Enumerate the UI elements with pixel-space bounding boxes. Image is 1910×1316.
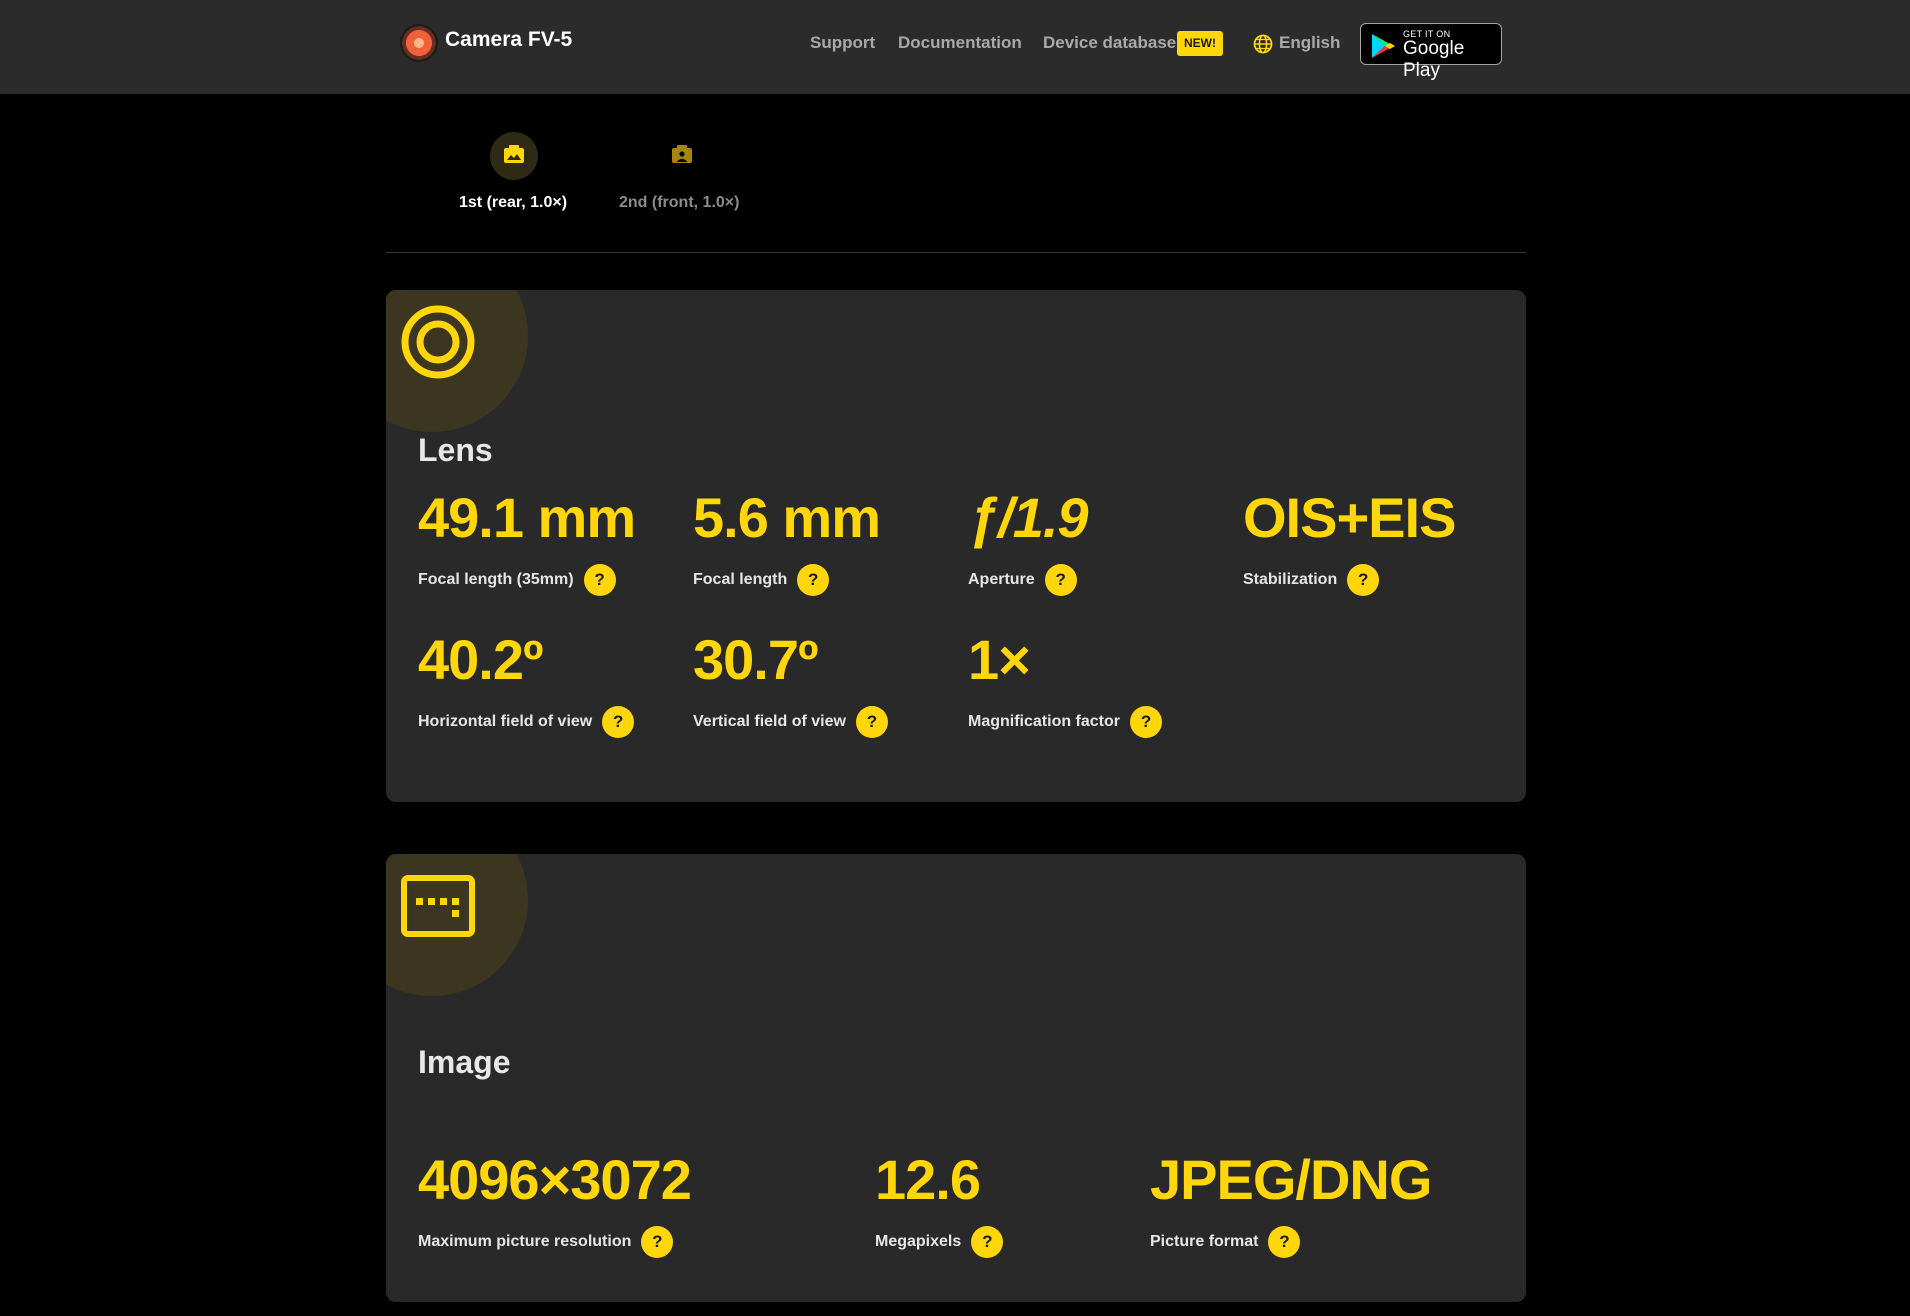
image-card: Image 4096×3072 Maximum picture resoluti… bbox=[386, 854, 1526, 1302]
stat-label-text: Aperture bbox=[968, 571, 1035, 588]
camera-fv5-logo-icon[interactable] bbox=[400, 24, 438, 62]
help-button[interactable]: ? bbox=[855, 706, 888, 738]
new-badge: NEW! bbox=[1177, 31, 1223, 56]
stat-magnification: 1× Magnification factor ? bbox=[968, 627, 1163, 738]
stat-label: Maximum picture resolution ? bbox=[418, 1226, 674, 1258]
nav-device-database-link[interactable]: Device database bbox=[1043, 33, 1176, 53]
stat-value: 49.1 mm bbox=[418, 486, 636, 549]
tab-rear-camera[interactable] bbox=[490, 132, 538, 180]
help-button[interactable]: ? bbox=[1130, 706, 1163, 738]
stat-value: 1× bbox=[968, 628, 1031, 691]
google-play-text: Google Play bbox=[1403, 38, 1465, 81]
tab-front-camera[interactable] bbox=[658, 132, 706, 180]
help-button[interactable]: ? bbox=[797, 564, 830, 596]
lens-icon bbox=[401, 305, 475, 379]
stat-value: 5.6 mm bbox=[693, 486, 881, 549]
stat-value: 12.6 bbox=[875, 1148, 981, 1211]
stat-label: Vertical field of view ? bbox=[693, 706, 888, 738]
stat-label: Magnification factor ? bbox=[968, 706, 1163, 738]
rear-camera-icon bbox=[504, 145, 524, 163]
image-sensor-icon bbox=[401, 875, 475, 937]
stat-label-text: Megapixels bbox=[875, 1233, 962, 1250]
stat-label: Megapixels ? bbox=[875, 1226, 1004, 1258]
image-title: Image bbox=[418, 1044, 511, 1080]
tab-rear-label[interactable]: 1st (rear, 1.0×) bbox=[459, 194, 567, 212]
stat-label-text: Vertical field of view bbox=[693, 713, 846, 730]
stat-value: OIS+EIS bbox=[1243, 486, 1456, 549]
stat-max-resolution: 4096×3072 Maximum picture resolution ? bbox=[418, 1147, 692, 1258]
stat-stabilization: OIS+EIS Stabilization ? bbox=[1243, 485, 1456, 596]
help-button[interactable]: ? bbox=[1268, 1226, 1301, 1258]
brand-name[interactable]: Camera FV-5 bbox=[445, 28, 572, 52]
help-button[interactable]: ? bbox=[1044, 564, 1077, 596]
stat-aperture: ƒ/1.9 Aperture ? bbox=[968, 485, 1089, 596]
globe-icon[interactable] bbox=[1253, 34, 1273, 54]
language-selector[interactable]: English bbox=[1279, 33, 1340, 53]
stat-label-text: Picture format bbox=[1150, 1233, 1259, 1250]
nav-documentation-link[interactable]: Documentation bbox=[898, 33, 1022, 53]
stat-label-text: Horizontal field of view bbox=[418, 713, 593, 730]
stat-label: Picture format ? bbox=[1150, 1226, 1301, 1258]
tab-front-label[interactable]: 2nd (front, 1.0×) bbox=[619, 194, 739, 212]
stat-label-text: Focal length (35mm) bbox=[418, 571, 574, 588]
nav-support-link[interactable]: Support bbox=[810, 33, 875, 53]
site-header: Camera FV-5 Support Documentation Device… bbox=[0, 0, 1910, 94]
google-play-icon bbox=[1372, 34, 1395, 58]
help-button[interactable]: ? bbox=[602, 706, 635, 738]
lens-title: Lens bbox=[418, 432, 493, 468]
stat-focal-length-35mm: 49.1 mm Focal length (35mm) ? bbox=[418, 485, 636, 596]
stat-label: Horizontal field of view ? bbox=[418, 706, 635, 738]
google-play-button[interactable]: GET IT ON Google Play bbox=[1360, 23, 1502, 81]
stat-label: Aperture ? bbox=[968, 564, 1077, 596]
stat-value: 30.7º bbox=[693, 628, 818, 691]
stat-value: 40.2º bbox=[418, 628, 543, 691]
stat-label: Focal length ? bbox=[693, 564, 830, 596]
front-camera-icon bbox=[672, 145, 692, 163]
stat-horizontal-fov: 40.2º Horizontal field of view ? bbox=[418, 627, 635, 738]
help-button[interactable]: ? bbox=[583, 564, 616, 596]
help-button[interactable]: ? bbox=[641, 1226, 674, 1258]
stat-label: Focal length (35mm) ? bbox=[418, 564, 616, 596]
tabs-divider bbox=[386, 252, 1526, 253]
help-button[interactable]: ? bbox=[1347, 564, 1380, 596]
stat-value: ƒ/1.9 bbox=[968, 486, 1089, 549]
stat-label-text: Focal length bbox=[693, 571, 788, 588]
stat-megapixels: 12.6 Megapixels ? bbox=[875, 1147, 1004, 1258]
lens-card: Lens 49.1 mm Focal length (35mm) ? 5.6 m… bbox=[386, 290, 1526, 802]
stat-label-text: Magnification factor bbox=[968, 713, 1121, 730]
stat-value: 4096×3072 bbox=[418, 1148, 692, 1211]
stat-label-text: Stabilization bbox=[1243, 571, 1338, 588]
stat-vertical-fov: 30.7º Vertical field of view ? bbox=[693, 627, 888, 738]
help-button[interactable]: ? bbox=[971, 1226, 1004, 1258]
stat-label-text: Maximum picture resolution bbox=[418, 1233, 632, 1250]
stat-value: JPEG/DNG bbox=[1150, 1148, 1432, 1211]
stat-picture-format: JPEG/DNG Picture format ? bbox=[1150, 1147, 1432, 1258]
stat-label: Stabilization ? bbox=[1243, 564, 1380, 596]
stat-focal-length: 5.6 mm Focal length ? bbox=[693, 485, 881, 596]
